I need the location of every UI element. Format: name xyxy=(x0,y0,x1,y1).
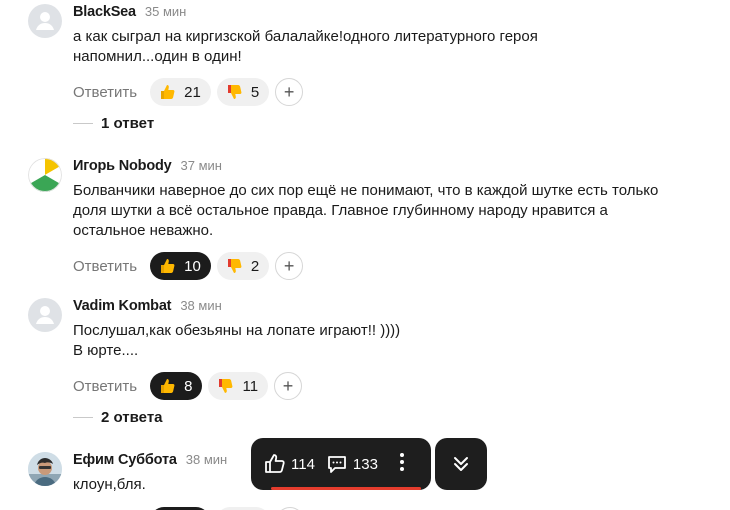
reply-button[interactable]: Ответить xyxy=(73,84,137,101)
avatar[interactable] xyxy=(28,452,62,486)
comment-icon xyxy=(328,456,346,473)
comment-text-line: а как сыграл на киргизской балалайке!одн… xyxy=(73,28,538,45)
scroll-down-button[interactable] xyxy=(435,438,487,490)
thumbs-down-emoji-icon xyxy=(227,85,242,99)
plus-icon: + xyxy=(283,255,295,276)
comment-text: Послушал,как обезьяны на лопате играют!!… xyxy=(73,321,718,361)
avatar-image xyxy=(28,452,62,486)
comments-button[interactable]: 133 xyxy=(325,452,378,476)
like-reaction-button[interactable]: 21 xyxy=(150,78,211,106)
thumbs-down-emoji-icon xyxy=(227,259,242,273)
thumbs-up-emoji-icon xyxy=(161,85,175,99)
thumbs-up-emoji-icon xyxy=(161,259,175,273)
avatar[interactable] xyxy=(28,4,62,38)
comment-text-line: В юрте.... xyxy=(73,342,139,359)
dislike-count: 2 xyxy=(250,257,260,275)
dislike-count: 11 xyxy=(242,377,259,395)
avatar[interactable] xyxy=(28,158,62,192)
post-comments-count: 133 xyxy=(352,455,378,473)
avatar[interactable] xyxy=(28,298,62,332)
plus-icon: + xyxy=(282,375,294,396)
comment-author[interactable]: Игорь Nobody xyxy=(73,158,172,174)
like-reaction-button[interactable]: 8 xyxy=(150,372,203,400)
comment-author[interactable]: BlackSea xyxy=(73,4,136,20)
add-reaction-button[interactable]: + xyxy=(275,78,304,106)
double-chevron-down-icon xyxy=(454,457,468,471)
comment-time: 38 мин xyxy=(180,298,222,313)
replies-toggle[interactable]: 2 ответа xyxy=(73,409,163,426)
thumbs-up-icon xyxy=(265,454,285,473)
plus-icon: + xyxy=(283,81,295,102)
floating-action-bar: 114 133 xyxy=(251,438,431,490)
comment-text-line: Болванчики наверное до сих пор ещё не по… xyxy=(73,182,659,199)
more-vertical-icon xyxy=(399,453,404,471)
like-reaction-button[interactable]: 10 xyxy=(150,252,211,280)
reading-progress-bar xyxy=(271,487,421,490)
comment-text: Болванчики наверное до сих пор ещё не по… xyxy=(73,181,718,241)
comment-text: а как сыграл на киргизской балалайке!одн… xyxy=(73,27,718,67)
comment-time: 37 мин xyxy=(180,158,222,173)
comment-text-line: остальное неважно. xyxy=(73,222,214,239)
comment-text-line: напомнил...один в один! xyxy=(73,48,242,65)
user-placeholder-icon xyxy=(36,12,54,30)
replies-divider xyxy=(73,416,93,419)
comment-text-line: Послушал,как обезьяны на лопате играют!!… xyxy=(73,322,401,339)
comment-time: 38 мин xyxy=(185,452,228,467)
avatar-image xyxy=(28,158,62,192)
like-count: 21 xyxy=(184,83,201,101)
replies-divider xyxy=(73,122,93,125)
comment-time: 35 мин xyxy=(144,4,187,19)
add-reaction-button[interactable]: + xyxy=(275,252,304,280)
reply-button[interactable]: Ответить xyxy=(73,258,137,275)
user-placeholder-icon xyxy=(36,306,54,324)
thumbs-up-emoji-icon xyxy=(161,379,175,393)
like-count: 8 xyxy=(184,377,193,395)
comment-author[interactable]: Ефим Суббота xyxy=(73,452,177,468)
add-reaction-button[interactable]: + xyxy=(274,372,303,400)
replies-label: 1 ответ xyxy=(101,115,155,132)
dislike-count: 5 xyxy=(250,83,260,101)
comment-text-line: доля шутки а всё остальное правда. Главн… xyxy=(73,202,608,219)
dislike-reaction-button[interactable]: 5 xyxy=(216,78,270,106)
reply-button[interactable]: Ответить xyxy=(73,378,137,395)
like-count: 10 xyxy=(184,257,201,275)
more-button[interactable] xyxy=(394,450,410,478)
dislike-reaction-button[interactable]: 2 xyxy=(216,252,270,280)
replies-label: 2 ответа xyxy=(101,409,163,426)
dislike-reaction-button[interactable]: 11 xyxy=(208,372,269,400)
like-post-button[interactable]: 114 xyxy=(263,452,315,476)
post-likes-count: 114 xyxy=(291,455,315,473)
comment-author[interactable]: Vadim Kombat xyxy=(73,298,172,314)
thumbs-down-emoji-icon xyxy=(219,379,233,393)
replies-toggle[interactable]: 1 ответ xyxy=(73,115,154,132)
